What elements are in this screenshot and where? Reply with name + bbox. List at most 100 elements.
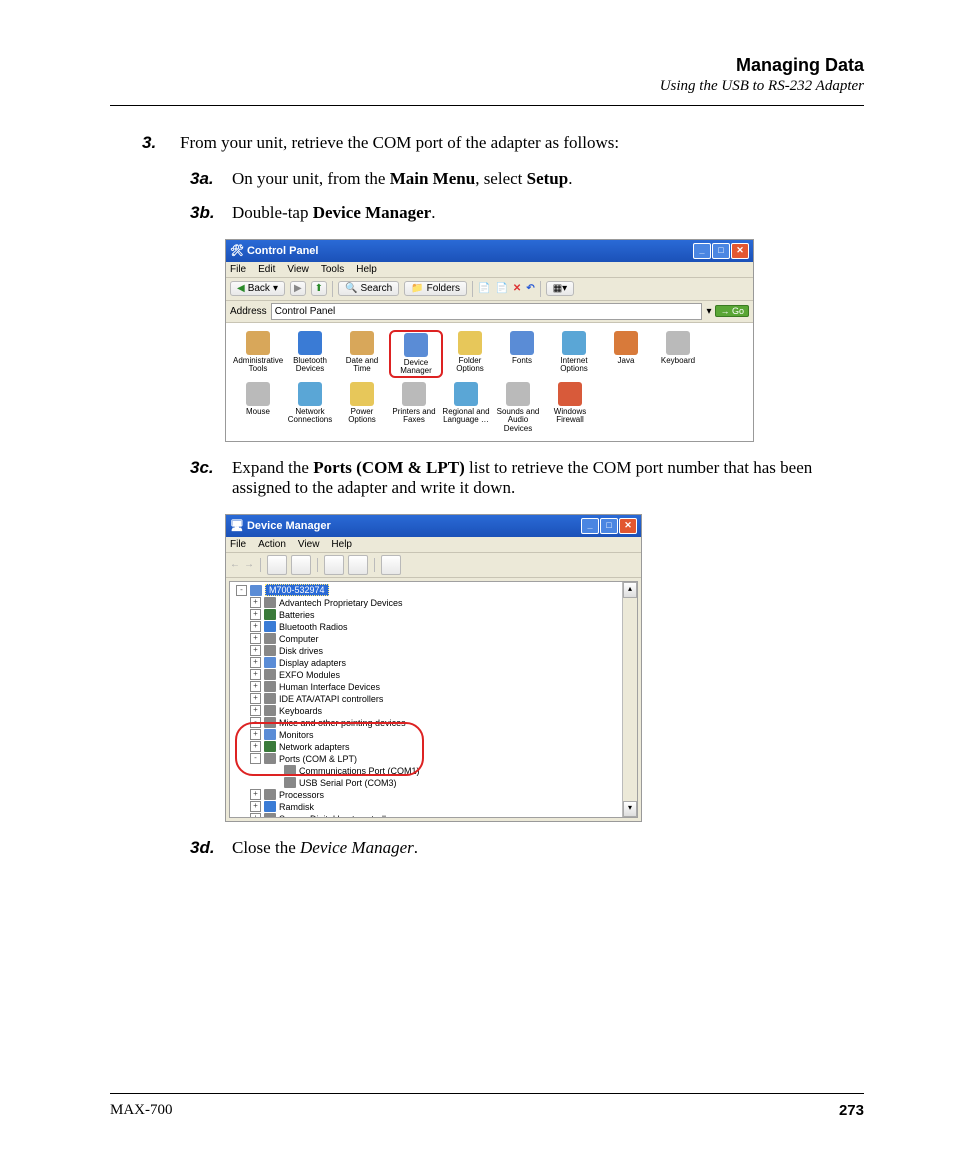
cp-item-icon bbox=[404, 333, 428, 357]
maximize-button[interactable]: □ bbox=[712, 243, 730, 259]
scroll-up-icon[interactable]: ▴ bbox=[623, 582, 637, 598]
scroll-down-icon[interactable]: ▾ bbox=[623, 801, 637, 817]
toolbar-icon[interactable] bbox=[324, 555, 344, 575]
tree-node-exfo-modules[interactable]: +EXFO Modules bbox=[250, 669, 635, 681]
cp-item-fonts[interactable]: Fonts bbox=[497, 331, 547, 378]
cp-item-sounds-and-audio-devices[interactable]: Sounds and Audio Devices bbox=[493, 382, 543, 433]
cp-item-label: Bluetooth Devices bbox=[285, 357, 335, 374]
step-3d: 3d. Close the Device Manager. bbox=[190, 838, 864, 858]
expand-icon[interactable]: + bbox=[250, 621, 261, 632]
scrollbar[interactable]: ▴ ▾ bbox=[622, 582, 637, 817]
menu-help[interactable]: Help bbox=[356, 264, 377, 275]
cp-titlebar[interactable]: 🛠 Control Panel _ □ ✕ bbox=[226, 240, 753, 262]
minimize-button[interactable]: _ bbox=[693, 243, 711, 259]
step-3-number: 3. bbox=[142, 132, 180, 155]
go-button[interactable]: → Go bbox=[715, 305, 749, 317]
expand-icon[interactable]: + bbox=[250, 657, 261, 668]
cp-item-device-manager[interactable]: Device Manager bbox=[389, 330, 443, 378]
menu-edit[interactable]: Edit bbox=[258, 264, 275, 275]
expand-icon[interactable]: + bbox=[250, 705, 261, 716]
tree-node-ramdisk[interactable]: +Ramdisk bbox=[250, 801, 635, 813]
device-icon bbox=[264, 813, 276, 818]
tree-node-computer[interactable]: +Computer bbox=[250, 633, 635, 645]
expand-icon[interactable]: + bbox=[250, 789, 261, 800]
cp-item-regional-and-language-[interactable]: Regional and Language … bbox=[441, 382, 491, 433]
cp-item-windows-firewall[interactable]: Windows Firewall bbox=[545, 382, 595, 433]
back-icon[interactable]: ← bbox=[230, 559, 240, 570]
forward-button[interactable]: ▶ bbox=[290, 281, 306, 296]
dm-titlebar[interactable]: 🖥 Device Manager _ □ ✕ bbox=[226, 515, 641, 537]
tree-node-bluetooth-radios[interactable]: +Bluetooth Radios bbox=[250, 621, 635, 633]
menu-view[interactable]: View bbox=[298, 539, 320, 550]
expand-icon[interactable]: + bbox=[250, 669, 261, 680]
menu-view[interactable]: View bbox=[287, 264, 309, 275]
cp-item-label: Keyboard bbox=[653, 357, 703, 365]
cp-item-administrative-tools[interactable]: Administrative Tools bbox=[233, 331, 283, 378]
move-to-icon[interactable]: 📄 bbox=[495, 283, 507, 294]
menu-action[interactable]: Action bbox=[258, 539, 286, 550]
toolbar-icon[interactable] bbox=[381, 555, 401, 575]
copy-to-icon[interactable]: 📄 bbox=[478, 283, 490, 294]
cp-item-icon bbox=[246, 382, 270, 406]
maximize-button[interactable]: □ bbox=[600, 518, 618, 534]
dm-menubar: File Action View Help bbox=[226, 537, 641, 553]
minimize-button[interactable]: _ bbox=[581, 518, 599, 534]
expand-icon[interactable]: + bbox=[250, 693, 261, 704]
device-icon bbox=[264, 609, 276, 620]
tree-node-label: Processors bbox=[279, 790, 324, 800]
cp-item-icon bbox=[350, 331, 374, 355]
tree-node-human-interface-devices[interactable]: + Human Interface Devices bbox=[250, 681, 635, 693]
expand-icon[interactable]: + bbox=[250, 633, 261, 644]
expand-icon[interactable]: + bbox=[250, 645, 261, 656]
expand-icon[interactable]: + bbox=[250, 813, 261, 818]
menu-file[interactable]: File bbox=[230, 539, 246, 550]
cp-item-network-connections[interactable]: Network Connections bbox=[285, 382, 335, 433]
undo-icon[interactable]: ↶ bbox=[526, 283, 534, 294]
collapse-icon[interactable]: - bbox=[236, 585, 247, 596]
toolbar-icon[interactable] bbox=[348, 555, 368, 575]
tree-node-ide-ata-atapi-controllers[interactable]: +IDE ATA/ATAPI controllers bbox=[250, 693, 635, 705]
expand-icon[interactable]: + bbox=[250, 609, 261, 620]
cp-item-mouse[interactable]: Mouse bbox=[233, 382, 283, 433]
delete-icon[interactable]: ✕ bbox=[513, 283, 521, 294]
menu-file[interactable]: File bbox=[230, 264, 246, 275]
tree-node-usb-serial-port-com3-[interactable]: USB Serial Port (COM3) bbox=[272, 777, 635, 789]
back-button[interactable]: ◀Back▾ bbox=[230, 281, 285, 296]
tree-node-processors[interactable]: + Processors bbox=[250, 789, 635, 801]
close-button[interactable]: ✕ bbox=[619, 518, 637, 534]
expand-icon[interactable]: + bbox=[250, 681, 261, 692]
expand-icon[interactable]: + bbox=[250, 801, 261, 812]
cp-item-bluetooth-devices[interactable]: Bluetooth Devices bbox=[285, 331, 335, 378]
cp-item-icon bbox=[506, 382, 530, 406]
tree-node-label: Human Interface Devices bbox=[279, 682, 380, 692]
menu-help[interactable]: Help bbox=[331, 539, 352, 550]
tree-root-label: M700-532974 bbox=[265, 584, 329, 596]
cp-item-printers-and-faxes[interactable]: Printers and Faxes bbox=[389, 382, 439, 433]
tree-root[interactable]: - M700-532974 bbox=[236, 584, 635, 597]
tree-node-disk-drives[interactable]: +Disk drives bbox=[250, 645, 635, 657]
tree-node-secure-digital-host-controllers[interactable]: +Secure Digital host controllers bbox=[250, 813, 635, 818]
toolbar-icon[interactable] bbox=[291, 555, 311, 575]
cp-item-folder-options[interactable]: Folder Options bbox=[445, 331, 495, 378]
folders-button[interactable]: 📁Folders bbox=[404, 281, 467, 296]
menu-tools[interactable]: Tools bbox=[321, 264, 344, 275]
tree-node-advantech-proprietary-devices[interactable]: +Advantech Proprietary Devices bbox=[250, 597, 635, 609]
search-button[interactable]: 🔍Search bbox=[338, 281, 399, 296]
expand-icon[interactable]: + bbox=[250, 597, 261, 608]
tree-node-batteries[interactable]: +Batteries bbox=[250, 609, 635, 621]
cp-item-date-and-time[interactable]: Date and Time bbox=[337, 331, 387, 378]
cp-item-keyboard[interactable]: Keyboard bbox=[653, 331, 703, 378]
tree-node-display-adapters[interactable]: +Display adapters bbox=[250, 657, 635, 669]
close-button[interactable]: ✕ bbox=[731, 243, 749, 259]
tree-node-keyboards[interactable]: +Keyboards bbox=[250, 705, 635, 717]
footer-model: MAX-700 bbox=[110, 1102, 173, 1119]
cp-item-power-options[interactable]: Power Options bbox=[337, 382, 387, 433]
step-3d-text: Close the Device Manager. bbox=[232, 838, 418, 858]
up-button[interactable]: ⬆ bbox=[311, 281, 327, 296]
cp-item-internet-options[interactable]: Internet Options bbox=[549, 331, 599, 378]
address-input[interactable] bbox=[271, 303, 703, 320]
toolbar-icon[interactable] bbox=[267, 555, 287, 575]
views-button[interactable]: ▦▾ bbox=[546, 281, 574, 296]
cp-item-java[interactable]: Java bbox=[601, 331, 651, 378]
forward-icon[interactable]: → bbox=[244, 559, 254, 570]
